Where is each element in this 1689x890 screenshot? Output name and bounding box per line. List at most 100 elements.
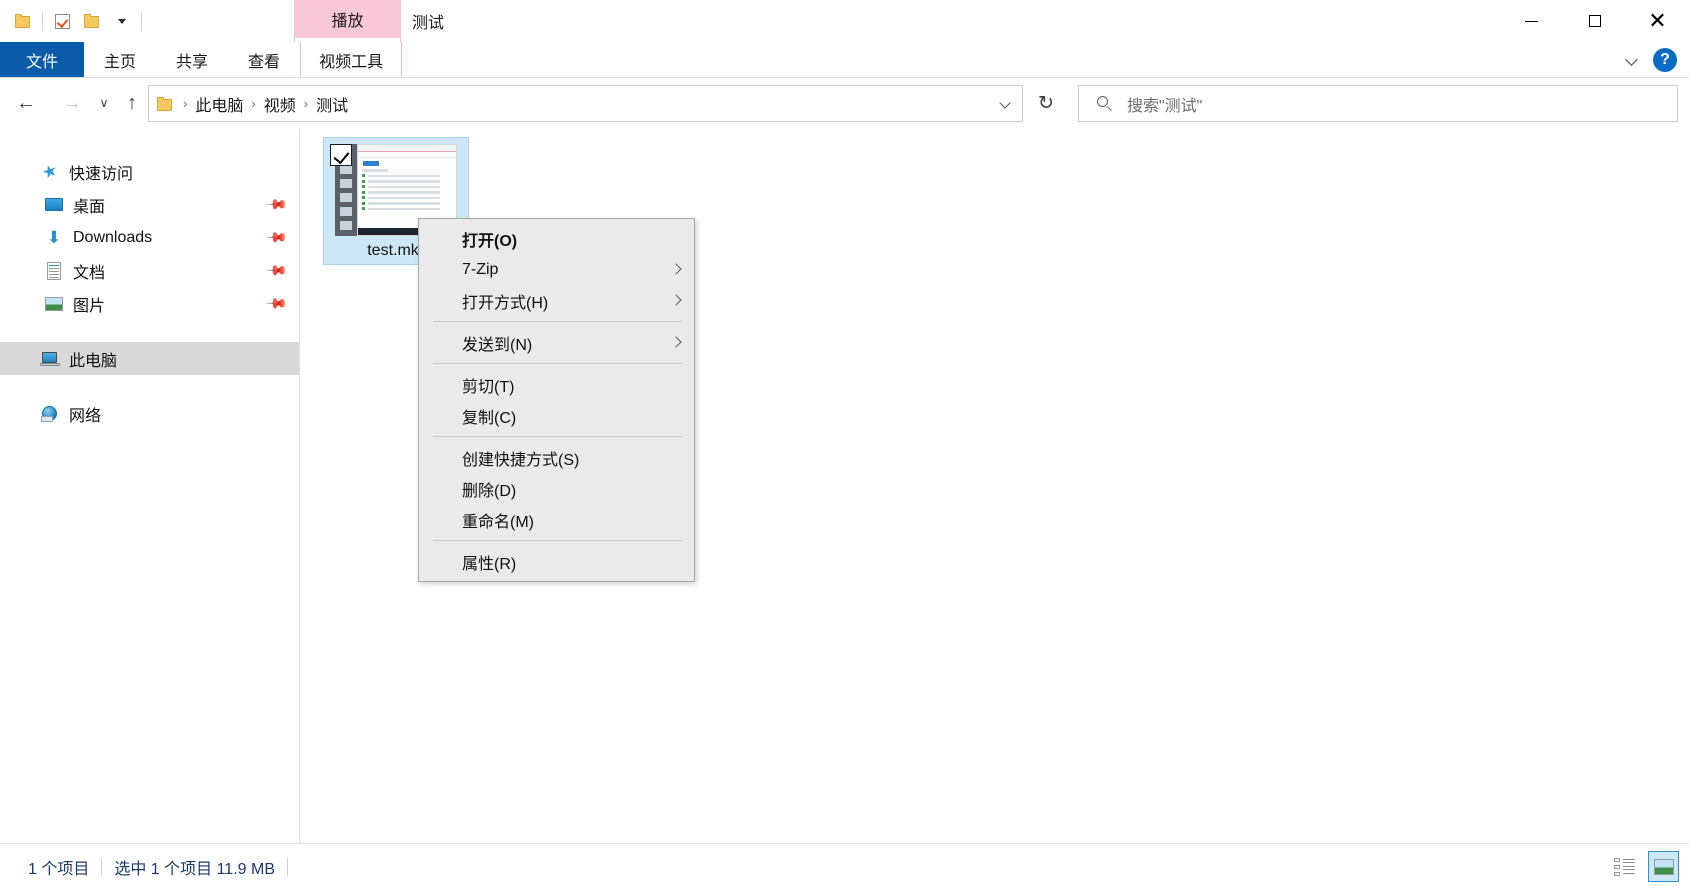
context-menu-item-label: 属性(R): [462, 555, 517, 573]
context-menu-item-label: 复制(C): [462, 409, 517, 427]
sidebar-item-label: 图片: [73, 297, 106, 315]
qat-customize-button[interactable]: [107, 6, 137, 36]
qat-folder-icon-button[interactable]: [8, 6, 38, 36]
sidebar-item-label: 快速访问: [69, 165, 134, 183]
sidebar-item-desktop[interactable]: 桌面 📌: [0, 188, 299, 221]
navigation-pane[interactable]: ★ 快速访问 桌面 📌 ⬇ Downloads 📌 文档 📌 图片 📌 此电脑 …: [0, 129, 300, 843]
star-icon: ★: [39, 159, 61, 183]
large-icons-view-button[interactable]: [1648, 851, 1679, 882]
context-menu-item-send-to[interactable]: 发送到(N): [419, 327, 694, 358]
context-menu-item-create-shortcut[interactable]: 创建快捷方式(S): [419, 442, 694, 473]
breadcrumb: › 此电脑 › 视频 › 测试: [173, 92, 354, 116]
close-icon: ✕: [1648, 8, 1667, 33]
pin-icon[interactable]: 📌: [264, 192, 289, 216]
refresh-button[interactable]: ↻: [1028, 85, 1064, 122]
breadcrumb-item-test[interactable]: 测试: [310, 92, 354, 116]
sidebar-item-this-pc[interactable]: 此电脑: [0, 342, 299, 375]
title-bar: 播放 视频工具 测试 ✕: [0, 0, 1689, 76]
preview-toolbar: [358, 152, 456, 158]
context-menu[interactable]: 打开(O) 7-Zip 打开方式(H) 发送到(N) 剪切(T) 复制(C) 创…: [418, 218, 695, 582]
sidebar-item-label: 桌面: [73, 198, 106, 216]
breadcrumb-item-this-pc[interactable]: 此电脑: [189, 92, 249, 116]
ribbon-tab-bar: 文件 主页 共享 查看 视频工具 ?: [0, 42, 1689, 78]
filmstrip-hole: [340, 192, 352, 202]
breadcrumb-separator: ›: [251, 96, 256, 111]
maximize-button[interactable]: [1563, 0, 1626, 42]
help-icon[interactable]: ?: [1653, 47, 1677, 72]
tab-view[interactable]: 查看: [228, 42, 300, 77]
status-item-count: 1 个项目: [28, 861, 90, 878]
pin-icon[interactable]: 📌: [264, 258, 289, 282]
context-menu-item-open-with[interactable]: 打开方式(H): [419, 285, 694, 316]
search-box[interactable]: 搜索"测试": [1078, 85, 1678, 122]
quick-access-toolbar: [8, 0, 146, 42]
context-menu-item-cut[interactable]: 剪切(T): [419, 369, 694, 400]
chevron-right-icon: [672, 296, 682, 306]
chevron-down-icon[interactable]: [1625, 53, 1639, 67]
tab-home[interactable]: 主页: [84, 42, 156, 77]
filmstrip-hole: [340, 206, 352, 216]
breadcrumb-item-videos[interactable]: 视频: [258, 92, 302, 116]
context-menu-separator: [433, 436, 682, 437]
address-dropdown-icon[interactable]: [1000, 98, 1012, 110]
tab-video-tools[interactable]: 视频工具: [300, 42, 403, 77]
download-icon: ⬇: [46, 227, 62, 247]
chevron-down-icon: [118, 18, 126, 24]
context-menu-item-label: 删除(D): [462, 482, 517, 500]
ribbon-right-controls: ?: [1625, 42, 1683, 77]
preview-line: [362, 169, 388, 172]
sidebar-item-network[interactable]: 网络: [0, 397, 299, 430]
qat-checkbox-icon-button[interactable]: [47, 6, 77, 36]
preview-accent-block: [363, 161, 379, 166]
context-menu-item-rename[interactable]: 重命名(M): [419, 504, 694, 535]
sidebar-item-pictures[interactable]: 图片 📌: [0, 287, 299, 320]
search-input[interactable]: 搜索"测试": [1127, 92, 1202, 116]
checkbox-icon: [54, 13, 70, 29]
desktop-icon: [44, 195, 64, 215]
chevron-right-icon: [672, 338, 682, 348]
context-menu-item-label: 打开方式(H): [462, 294, 549, 312]
context-menu-item-delete[interactable]: 删除(D): [419, 473, 694, 504]
folder-icon: [157, 96, 173, 111]
context-menu-separator: [433, 540, 682, 541]
context-menu-item-label: 重命名(M): [462, 513, 534, 531]
close-button[interactable]: ✕: [1626, 0, 1689, 42]
filmstrip-hole: [340, 178, 352, 188]
minimize-button[interactable]: [1500, 0, 1563, 42]
status-divider: [287, 858, 288, 876]
tab-share[interactable]: 共享: [156, 42, 228, 77]
context-menu-item-properties[interactable]: 属性(R): [419, 546, 694, 577]
sidebar-item-downloads[interactable]: ⬇ Downloads 📌: [0, 221, 299, 254]
context-menu-item-label: 7-Zip: [462, 260, 499, 278]
details-view-button[interactable]: [1609, 851, 1640, 882]
qat-divider-1: [42, 11, 43, 31]
back-button[interactable]: ←: [10, 87, 42, 119]
context-menu-item-open[interactable]: 打开(O): [419, 223, 694, 254]
navigation-bar: ← → ∨ ↑ › 此电脑 › 视频 › 测试 ↻ 搜索"测试": [0, 79, 1689, 127]
address-bar[interactable]: › 此电脑 › 视频 › 测试: [148, 85, 1023, 122]
contextual-tab-play[interactable]: 播放: [294, 0, 401, 38]
context-menu-item-label: 发送到(N): [462, 336, 533, 354]
tab-file[interactable]: 文件: [0, 42, 85, 77]
sidebar-item-quick-access[interactable]: ★ 快速访问: [0, 155, 299, 188]
window-title: 测试: [412, 15, 445, 32]
context-menu-item-7zip[interactable]: 7-Zip: [419, 254, 694, 285]
view-toggle-group: [1609, 851, 1679, 882]
status-bar-info: 1 个项目 选中 1 个项目 11.9 MB: [16, 844, 288, 890]
up-button[interactable]: ↑: [116, 87, 148, 119]
pin-icon[interactable]: 📌: [264, 225, 289, 249]
sidebar-item-documents[interactable]: 文档 📌: [0, 254, 299, 287]
file-checkbox[interactable]: [330, 144, 352, 166]
forward-button[interactable]: →: [56, 87, 88, 119]
status-selection-info: 选中 1 个项目 11.9 MB: [114, 861, 275, 878]
preview-line: [362, 201, 452, 205]
large-icons-view-icon: [1653, 858, 1674, 875]
preview-line: [362, 179, 452, 183]
network-icon: [40, 404, 60, 424]
window-controls: ✕: [1500, 0, 1689, 42]
context-menu-item-copy[interactable]: 复制(C): [419, 400, 694, 431]
pin-icon[interactable]: 📌: [264, 291, 289, 315]
preview-line: [362, 190, 452, 194]
qat-new-folder-button[interactable]: [77, 6, 107, 36]
preview-line: [362, 207, 452, 211]
